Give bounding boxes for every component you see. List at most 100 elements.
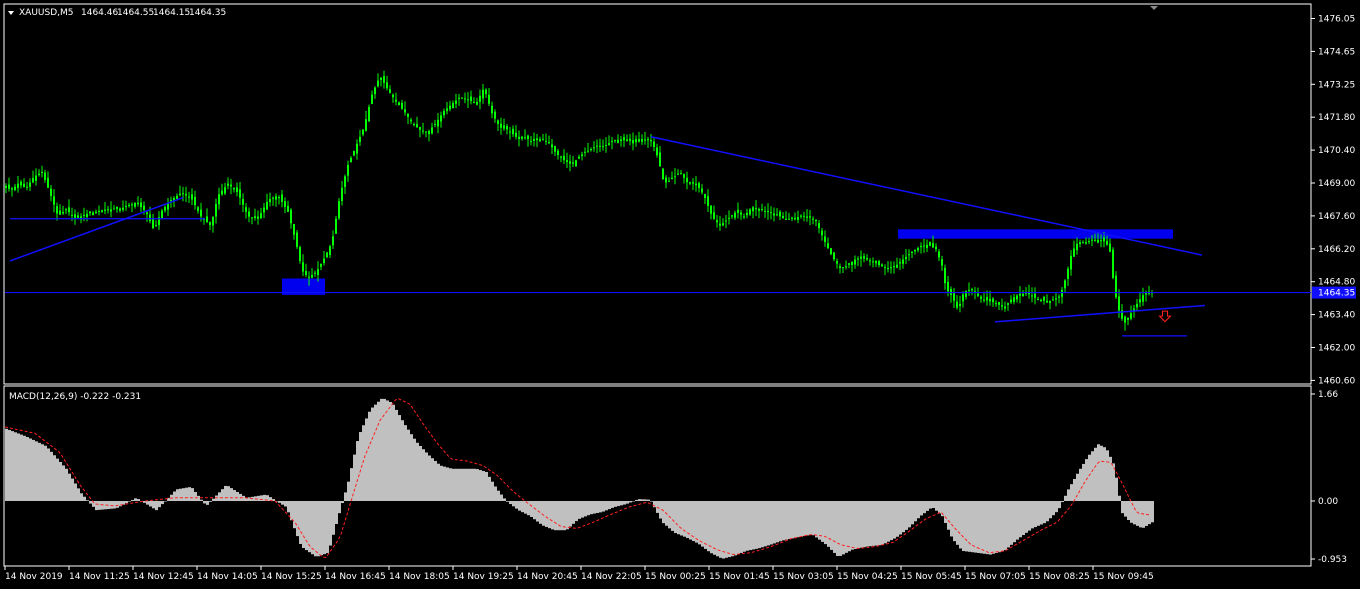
candle-body bbox=[842, 267, 844, 269]
candle-body bbox=[44, 172, 46, 180]
candle-body bbox=[86, 213, 88, 218]
candle-body bbox=[416, 124, 418, 128]
candle-body bbox=[371, 94, 373, 105]
macd-bar bbox=[635, 499, 638, 501]
candle bbox=[575, 159, 577, 167]
candle-body bbox=[887, 267, 889, 269]
macd-bar bbox=[764, 501, 767, 547]
macd-bar bbox=[113, 501, 116, 509]
candle-body bbox=[1064, 280, 1066, 289]
candle-body bbox=[143, 205, 145, 210]
candle-body bbox=[26, 186, 28, 188]
y-tick-label: 1464.80 bbox=[1318, 278, 1355, 288]
macd-bar bbox=[926, 501, 929, 511]
macd-bar bbox=[149, 501, 152, 507]
candle-body bbox=[851, 262, 853, 266]
y-tick-label: 1473.25 bbox=[1318, 80, 1355, 90]
macd-bar bbox=[1073, 478, 1076, 501]
candle-body bbox=[713, 212, 715, 219]
current-price-label: 1464.35 bbox=[1318, 289, 1355, 299]
candle-body bbox=[92, 212, 94, 216]
macd-bar bbox=[740, 501, 743, 553]
candle-body bbox=[503, 125, 505, 129]
candle-body bbox=[164, 207, 166, 211]
candle-body bbox=[434, 123, 436, 125]
candle-body bbox=[812, 218, 814, 220]
macd-bar bbox=[35, 441, 38, 501]
macd-bar bbox=[923, 501, 926, 514]
macd-bar bbox=[482, 471, 485, 501]
macd-bar bbox=[599, 501, 602, 513]
macd-bar bbox=[743, 501, 746, 552]
candle-body bbox=[1001, 305, 1003, 307]
candle-body bbox=[632, 140, 634, 144]
macd-bar bbox=[50, 451, 53, 501]
candle-body bbox=[389, 89, 391, 93]
candle-body bbox=[53, 196, 55, 205]
macd-bar bbox=[833, 501, 836, 553]
candle-body bbox=[956, 301, 958, 308]
macd-bar bbox=[323, 501, 326, 555]
candle-body bbox=[800, 215, 802, 217]
candle-body bbox=[923, 245, 925, 247]
candle-body bbox=[626, 139, 628, 142]
candle-body bbox=[122, 207, 124, 210]
candle-body bbox=[176, 195, 178, 199]
candle-body bbox=[1052, 299, 1054, 301]
candle-body bbox=[167, 203, 169, 210]
macd-bar bbox=[506, 501, 509, 502]
candle-body bbox=[971, 289, 973, 291]
candle-body bbox=[98, 211, 100, 213]
candle bbox=[296, 230, 298, 249]
ohlc-low: 1464.15 bbox=[153, 8, 190, 18]
candle-body bbox=[875, 260, 877, 264]
candle-body bbox=[557, 150, 559, 155]
candle-body bbox=[704, 194, 706, 198]
candle-body bbox=[743, 216, 745, 218]
candle-body bbox=[14, 186, 16, 190]
candle-body bbox=[41, 171, 43, 174]
candle-body bbox=[1097, 239, 1099, 243]
candle-body bbox=[734, 212, 736, 218]
macd-bar bbox=[602, 501, 605, 512]
macd-bar bbox=[1124, 501, 1127, 517]
candle-body bbox=[335, 218, 337, 234]
macd-bar bbox=[335, 501, 338, 524]
candle-body bbox=[572, 162, 574, 164]
candle-body bbox=[737, 209, 739, 213]
candle-body bbox=[5, 185, 7, 188]
candle-body bbox=[1061, 289, 1063, 297]
macd-bar bbox=[485, 471, 488, 501]
candle-body bbox=[929, 242, 931, 246]
macd-bar bbox=[977, 501, 980, 553]
candle-body bbox=[320, 263, 322, 267]
macd-bar bbox=[356, 441, 359, 501]
candle-body bbox=[914, 249, 916, 252]
y-tick-label: 1467.60 bbox=[1318, 212, 1355, 222]
macd-bar bbox=[182, 488, 185, 501]
candle-body bbox=[341, 187, 343, 201]
macd-bar bbox=[830, 501, 833, 550]
macd-bar bbox=[80, 493, 83, 501]
macd-bar bbox=[83, 496, 86, 501]
macd-bar bbox=[734, 501, 737, 556]
candle-body bbox=[305, 270, 307, 275]
candle-body bbox=[860, 256, 862, 259]
candle-body bbox=[485, 89, 487, 95]
macd-bar bbox=[332, 501, 335, 535]
candle-body bbox=[1091, 239, 1093, 241]
candle-body bbox=[920, 246, 922, 248]
candle-body bbox=[329, 246, 331, 255]
trading-chart[interactable]: 1476.05 1474.65 1473.25 1471.80 1470.40 1469.… bbox=[0, 0, 1360, 589]
macd-bar bbox=[173, 491, 176, 501]
candle-body bbox=[368, 106, 370, 122]
macd-bar bbox=[443, 466, 446, 501]
macd-bar bbox=[584, 501, 587, 517]
candle-body bbox=[638, 139, 640, 142]
candle-body bbox=[116, 206, 118, 210]
macd-bar bbox=[278, 501, 281, 503]
macd-bar bbox=[314, 501, 317, 557]
macd-bar bbox=[884, 501, 887, 544]
candle-body bbox=[839, 266, 841, 268]
macd-bar bbox=[644, 499, 647, 501]
